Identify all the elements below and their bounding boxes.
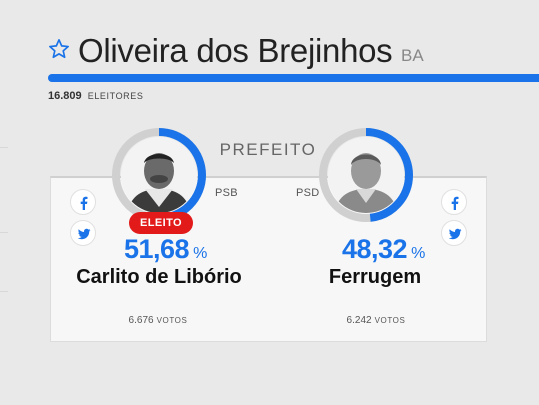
candidate-1-avatar[interactable] bbox=[111, 127, 207, 223]
counting-progress-bar bbox=[48, 74, 539, 82]
candidate-1-percent: 51,68% bbox=[124, 234, 207, 265]
counting-progress-fill bbox=[48, 74, 539, 82]
candidate-1-votes: 6.676 VOTOS bbox=[108, 315, 208, 326]
candidate-2-party: PSD bbox=[296, 187, 320, 199]
divider bbox=[0, 147, 8, 148]
twitter-icon bbox=[77, 228, 91, 240]
candidate-2-photo bbox=[328, 137, 404, 213]
voters-count: 16.809 bbox=[48, 90, 82, 102]
facebook-icon bbox=[451, 196, 459, 210]
twitter-icon bbox=[448, 228, 462, 240]
votes-label: VOTOS bbox=[156, 316, 188, 325]
votes-label: VOTOS bbox=[374, 316, 406, 325]
office-title: PREFEITO bbox=[219, 140, 317, 159]
twitter-share-button[interactable] bbox=[70, 220, 96, 246]
candidate-1-photo bbox=[121, 137, 197, 213]
candidate-2-votes: 6.242 VOTOS bbox=[326, 315, 426, 326]
facebook-icon bbox=[80, 196, 88, 210]
candidate-2-avatar[interactable] bbox=[318, 127, 414, 223]
elected-badge: ELEITO bbox=[129, 212, 193, 234]
candidate-1-party: PSB bbox=[215, 187, 238, 199]
percent-symbol: % bbox=[193, 245, 208, 262]
candidate-2-percent: 48,32% bbox=[342, 234, 425, 265]
city-name: Oliveira dos Brejinhos bbox=[78, 32, 393, 69]
candidate-2-votes-count: 6.242 bbox=[346, 315, 372, 326]
divider bbox=[0, 291, 8, 292]
candidate-2-name: Ferrugem bbox=[328, 266, 422, 288]
facebook-share-button[interactable] bbox=[441, 189, 467, 215]
twitter-share-button[interactable] bbox=[441, 220, 467, 246]
voters-info: 16.809 ELEITORES bbox=[48, 90, 143, 102]
percent-symbol: % bbox=[411, 245, 426, 262]
candidate-1-votes-count: 6.676 bbox=[128, 315, 154, 326]
facebook-share-button[interactable] bbox=[70, 189, 96, 215]
candidate-1-name: Carlito de Libório bbox=[76, 266, 242, 288]
state-abbr: BA bbox=[401, 46, 424, 65]
voters-label: ELEITORES bbox=[87, 91, 144, 101]
candidate-1-percent-value: 51,68 bbox=[124, 234, 190, 264]
divider bbox=[0, 232, 8, 233]
candidate-2-percent-value: 48,32 bbox=[342, 234, 408, 264]
star-icon[interactable] bbox=[48, 38, 70, 60]
